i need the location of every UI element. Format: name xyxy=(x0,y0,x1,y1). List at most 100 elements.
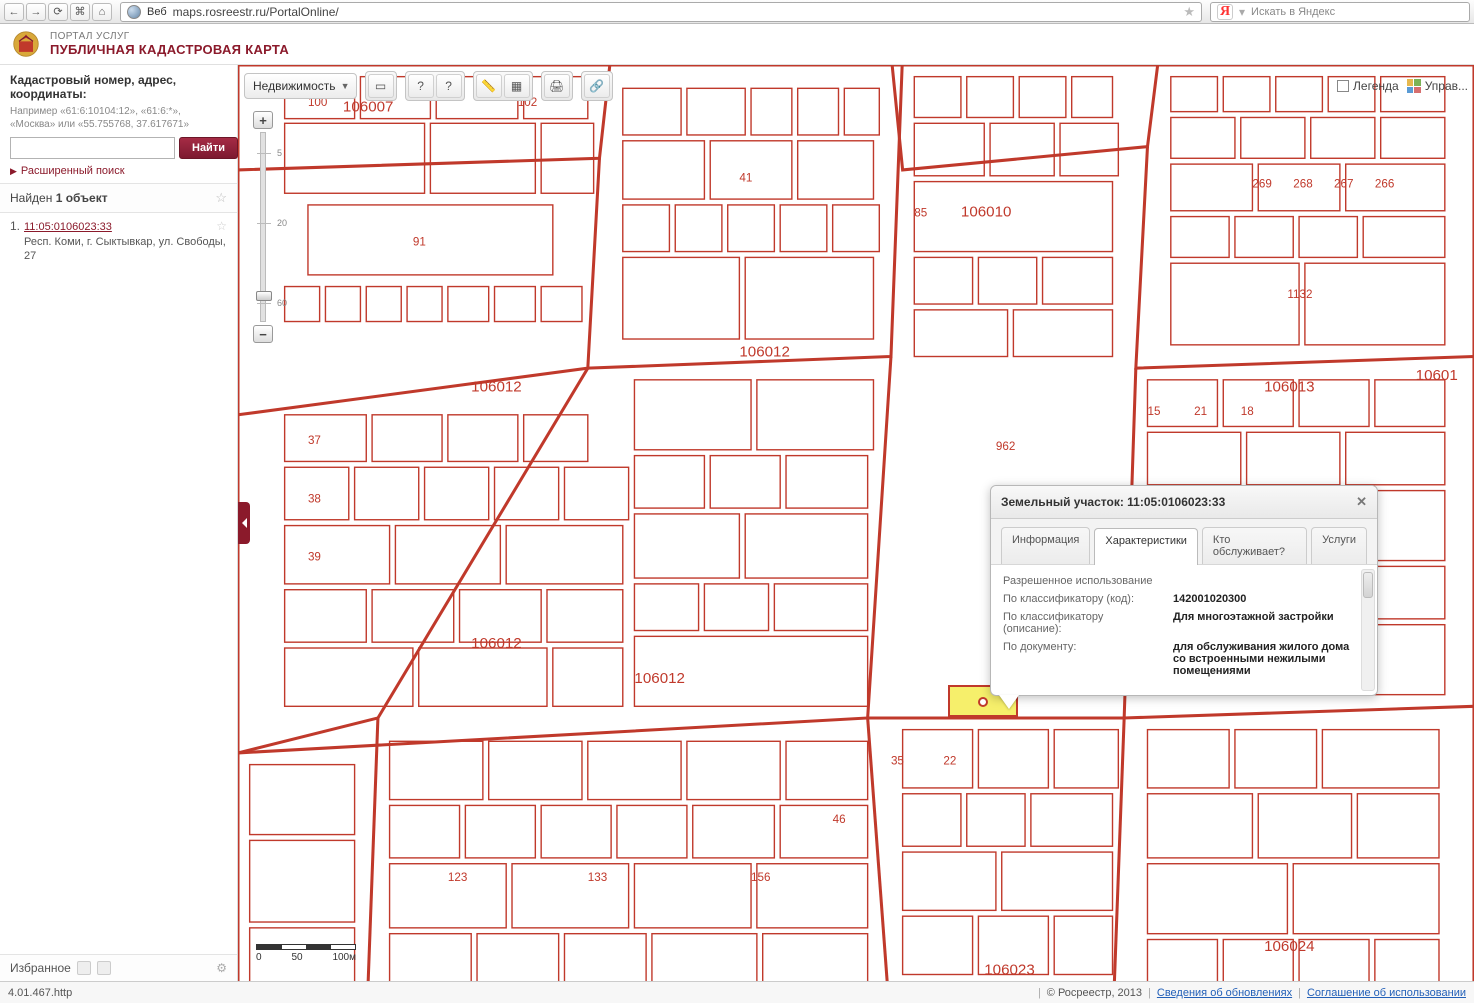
search-input[interactable] xyxy=(10,137,175,159)
footer-copyright: © Росреестр, 2013 xyxy=(1047,987,1142,999)
block-label: 10601 xyxy=(1416,367,1458,384)
selected-parcel-marker xyxy=(978,697,988,707)
svg-text:133: 133 xyxy=(588,871,607,884)
back-button[interactable]: ← xyxy=(4,3,24,21)
svg-text:21: 21 xyxy=(1194,405,1207,418)
popup-tab-info[interactable]: Информация xyxy=(1001,527,1090,564)
map-toolbar: Недвижимость ▼ ▭ ? ? 📏 ▦ 🖨 🔗 xyxy=(244,71,1468,101)
url-web-label: Веб xyxy=(147,6,167,18)
portal-title: ПУБЛИЧНАЯ КАДАСТРОВАЯ КАРТА xyxy=(50,42,289,57)
popup-title-id: 11:05:0106023:33 xyxy=(1127,495,1225,509)
zoom-tick-label: 20 xyxy=(277,218,287,228)
popup-tab-characteristics[interactable]: Характеристики xyxy=(1094,528,1198,565)
home-button[interactable]: ⌂ xyxy=(92,3,112,21)
triangle-icon: ▶ xyxy=(10,166,17,177)
svg-text:37: 37 xyxy=(308,434,321,447)
svg-text:46: 46 xyxy=(833,813,846,826)
zoom-out-button[interactable]: − xyxy=(253,325,273,343)
svg-text:18: 18 xyxy=(1241,405,1254,418)
measure-area-button[interactable]: ▦ xyxy=(504,74,530,98)
yandex-caret-icon: ▾ xyxy=(1239,5,1245,19)
block-label: 106024 xyxy=(1264,938,1315,955)
favorites-bar: Избранное ⚙ xyxy=(0,954,237,981)
sidebar-collapse-toggle[interactable] xyxy=(238,502,250,544)
result-address: Респ. Коми, г. Сыктывкар, ул. Свободы, 2… xyxy=(24,235,227,263)
zoom-tick-label: 60 xyxy=(277,298,287,308)
scale-label: 0 xyxy=(256,952,262,963)
svg-text:91: 91 xyxy=(413,236,426,249)
search-label: Кадастровый номер, адрес, координаты: xyxy=(10,73,227,101)
yandex-logo-icon: Я xyxy=(1217,4,1233,20)
layer-select-label: Недвижимость xyxy=(253,79,336,93)
footer: 4.01.467.http | © Росреестр, 2013 | Свед… xyxy=(0,981,1474,1003)
svg-text:123: 123 xyxy=(448,871,467,884)
advanced-search-link[interactable]: ▶ Расширенный поиск xyxy=(10,165,227,177)
export-icon[interactable] xyxy=(97,961,111,975)
result-index: 1. xyxy=(10,219,20,233)
search-block: Кадастровый номер, адрес, координаты: На… xyxy=(0,65,237,184)
block-label: 106012 xyxy=(471,378,522,395)
print-button[interactable]: 🖨 xyxy=(544,74,570,98)
block-label: 106023 xyxy=(984,961,1035,978)
popup-row-key: По классификатору (описание): xyxy=(1003,611,1163,635)
result-favorite-icon[interactable]: ☆ xyxy=(216,219,227,233)
mail-icon[interactable] xyxy=(77,961,91,975)
popup-row-key: По документу: xyxy=(1003,641,1163,677)
favorite-header-icon[interactable]: ☆ xyxy=(215,190,227,206)
popup-scrollbar[interactable] xyxy=(1361,569,1375,691)
layer-select[interactable]: Недвижимость ▼ xyxy=(244,73,357,99)
help-search-button[interactable]: ? xyxy=(408,74,434,98)
svg-text:41: 41 xyxy=(739,172,752,185)
search-hint: Например «61:6:10104:12», «61:6:*», «Мос… xyxy=(10,105,227,131)
popup-title-prefix: Земельный участок: xyxy=(1001,495,1127,509)
globe-icon xyxy=(127,5,141,19)
zoom-tick-label: 5 xyxy=(277,148,282,158)
layers-manage-button[interactable]: Управ... xyxy=(1407,79,1468,93)
block-label: 106012 xyxy=(634,670,685,687)
rosreestr-emblem-icon xyxy=(12,30,40,58)
pointer-tool-button[interactable]: ▭ xyxy=(368,74,394,98)
zoom-slider[interactable]: 5 20 60 xyxy=(260,132,266,322)
legend-toggle[interactable]: Легенда xyxy=(1337,79,1399,93)
popup-tabs: Информация Характеристики Кто обслуживае… xyxy=(991,519,1377,565)
scrollbar-thumb[interactable] xyxy=(1363,572,1373,598)
results-header: Найден 1 объект ☆ xyxy=(0,184,237,213)
reload-button[interactable]: ⟳ xyxy=(48,3,68,21)
site-header: ПОРТАЛ УСЛУГ ПУБЛИЧНАЯ КАДАСТРОВАЯ КАРТА xyxy=(0,24,1474,65)
block-label: 106012 xyxy=(471,635,522,652)
bookmark-star-icon[interactable]: ★ xyxy=(1183,4,1195,20)
svg-text:22: 22 xyxy=(943,755,956,768)
key-button[interactable]: ⌘ xyxy=(70,3,90,21)
browser-toolbar: ← → ⟳ ⌘ ⌂ Веб maps.rosreestr.ru/PortalOn… xyxy=(0,0,1474,24)
link-button[interactable]: 🔗 xyxy=(584,74,610,98)
zoom-in-button[interactable]: + xyxy=(253,111,273,129)
forward-button[interactable]: → xyxy=(26,3,46,21)
map-canvas[interactable]: Недвижимость ▼ ▭ ? ? 📏 ▦ 🖨 🔗 xyxy=(238,65,1474,981)
svg-text:962: 962 xyxy=(996,440,1015,453)
url-bar[interactable]: Веб maps.rosreestr.ru/PortalOnline/ ★ xyxy=(120,2,1202,22)
popup-close-button[interactable]: ✕ xyxy=(1356,494,1367,510)
svg-text:38: 38 xyxy=(308,492,321,505)
block-label: 106010 xyxy=(961,204,1012,221)
svg-text:15: 15 xyxy=(1147,405,1160,418)
scale-label: 100м xyxy=(332,952,356,963)
footer-updates-link[interactable]: Сведения об обновлениях xyxy=(1157,987,1292,999)
svg-text:1132: 1132 xyxy=(1287,288,1312,301)
measure-line-button[interactable]: 📏 xyxy=(476,74,502,98)
yandex-search[interactable]: Я ▾ Искать в Яндекс xyxy=(1210,2,1470,22)
result-cadnum-link[interactable]: 11:05:0106023:33 xyxy=(24,221,112,233)
scale-bar: 0 50 100м xyxy=(256,944,356,963)
popup-row-value: Для многоэтажной застройки xyxy=(1173,611,1365,635)
yandex-placeholder: Искать в Яндекс xyxy=(1251,6,1335,18)
popup-tail-icon xyxy=(999,695,1019,709)
favorites-settings-icon[interactable]: ⚙ xyxy=(216,961,227,975)
popup-tab-uslugi[interactable]: Услуги xyxy=(1311,527,1367,564)
search-button[interactable]: Найти xyxy=(179,137,238,159)
favorites-label: Избранное xyxy=(10,961,71,975)
popup-tab-service[interactable]: Кто обслуживает? xyxy=(1202,527,1307,564)
search-result-item[interactable]: 1. 11:05:0106023:33 Респ. Коми, г. Сыкты… xyxy=(0,213,237,269)
help-button[interactable]: ? xyxy=(436,74,462,98)
zoom-handle[interactable] xyxy=(256,291,272,301)
parcel-info-popup: Земельный участок: 11:05:0106023:33 ✕ Ин… xyxy=(990,485,1378,696)
footer-terms-link[interactable]: Соглашение об использовании xyxy=(1307,987,1466,999)
